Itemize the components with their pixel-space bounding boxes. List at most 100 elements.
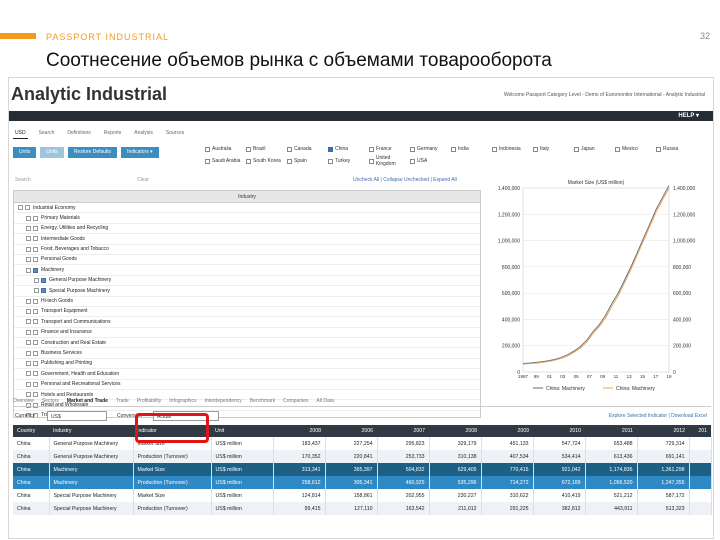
expand-icon[interactable] xyxy=(26,246,31,252)
table-row[interactable]: China General Purpose Machinery Production… xyxy=(13,450,712,463)
tab-reports[interactable]: Reports xyxy=(102,130,124,139)
restore-defaults-button[interactable]: Restore Defaults xyxy=(67,147,118,158)
table-header[interactable]: 2011 xyxy=(585,425,637,437)
tree-checkbox-icon[interactable] xyxy=(33,309,38,315)
expand-icon[interactable] xyxy=(18,205,23,211)
expand-icon[interactable] xyxy=(26,215,31,221)
table-header[interactable]: Unit xyxy=(211,425,273,437)
country-checkbox-india[interactable]: India xyxy=(451,146,492,152)
help-button[interactable]: HELP ▾ xyxy=(678,112,699,119)
tab-market-and-trade[interactable]: Market and Trade xyxy=(67,398,108,406)
tree-checkbox-icon[interactable] xyxy=(41,277,46,283)
tree-item[interactable]: Food, Beverages and Tobacco xyxy=(14,245,480,255)
country-checkbox-saudi-arabia[interactable]: Saudi Arabia xyxy=(205,155,246,167)
units-button-2[interactable]: Units xyxy=(40,147,64,158)
tab-definitions[interactable]: Definitions xyxy=(65,130,92,139)
country-checkbox-usa[interactable]: USA xyxy=(410,155,451,167)
table-header[interactable]: Country xyxy=(13,425,49,437)
tree-item[interactable]: Transport and Communications xyxy=(14,317,480,328)
tree-search-input[interactable]: Search xyxy=(15,177,31,183)
tree-item[interactable]: Machinery xyxy=(14,265,480,276)
tree-checkbox-icon[interactable] xyxy=(33,215,38,221)
table-row[interactable]: China Special Purpose Machinery Production… xyxy=(13,502,712,515)
tree-item[interactable]: Finance and Insurance xyxy=(14,328,480,339)
expand-icon[interactable] xyxy=(26,309,31,315)
tree-checkbox-icon[interactable] xyxy=(33,371,38,377)
tree-clear-button[interactable]: Clear xyxy=(137,177,149,183)
tree-checkbox-icon[interactable] xyxy=(33,236,38,242)
expand-icon[interactable] xyxy=(26,381,31,387)
tree-item[interactable]: Energy, Utilities and Recycling xyxy=(14,224,480,235)
tree-item[interactable]: Publishing and Printing xyxy=(14,359,480,370)
country-checkbox-russia[interactable]: Russia xyxy=(656,146,697,152)
tree-item[interactable]: Transport Equipment xyxy=(14,307,480,318)
tree-item[interactable]: Intermediate Goods xyxy=(14,234,480,245)
country-checkbox-china[interactable]: China xyxy=(328,146,369,152)
country-checkbox-spain[interactable]: Spain xyxy=(287,155,328,167)
expand-icon[interactable] xyxy=(34,277,39,283)
expand-icon[interactable] xyxy=(26,298,31,304)
country-checkbox-germany[interactable]: Germany xyxy=(410,146,451,152)
table-row[interactable]: China General Purpose Machinery Market Siz… xyxy=(13,437,712,450)
tree-checkbox-icon[interactable] xyxy=(33,246,38,252)
expand-icon[interactable] xyxy=(26,225,31,231)
tree-item[interactable]: Industrial Economy xyxy=(14,203,480,214)
tab-companies[interactable]: Companies xyxy=(283,398,308,406)
tree-item[interactable]: Hi-tech Goods xyxy=(14,297,480,307)
country-checkbox-japan[interactable]: Japan xyxy=(574,146,615,152)
tree-checkbox-icon[interactable] xyxy=(33,350,38,356)
tab-sources[interactable]: Sources xyxy=(164,130,186,139)
tree-checkbox-icon[interactable] xyxy=(33,319,38,325)
tree-item[interactable]: Personal and Recreational Services xyxy=(14,380,480,391)
table-header[interactable]: 2007 xyxy=(377,425,429,437)
table-row[interactable]: China Machinery Production (Turnover) US$ m… xyxy=(13,476,712,489)
units-button[interactable]: Units xyxy=(13,147,37,158)
tree-item[interactable]: Primary Materials xyxy=(14,213,480,224)
tab-analysis[interactable]: Analysis xyxy=(132,130,155,139)
country-checkbox-indonesia[interactable]: Indonesia xyxy=(492,146,533,152)
tab-sectors[interactable]: Sectors xyxy=(42,398,59,406)
tab-all-data[interactable]: All Data xyxy=(316,398,334,406)
tree-checkbox-icon[interactable] xyxy=(33,267,38,273)
tree-checkbox-icon[interactable] xyxy=(25,205,30,211)
country-checkbox-canada[interactable]: Canada xyxy=(287,146,328,152)
tab-benchmark[interactable]: Benchmark xyxy=(250,398,275,406)
expand-icon[interactable] xyxy=(26,361,31,367)
tree-links[interactable]: Uncheck All | Collapse Unchecked | Expan… xyxy=(353,177,457,183)
expand-icon[interactable] xyxy=(26,236,31,242)
explore-download-links[interactable]: Explore Selected Indicator | Download Ex… xyxy=(609,413,707,419)
tree-checkbox-icon[interactable] xyxy=(33,392,38,398)
expand-icon[interactable] xyxy=(26,392,31,398)
country-checkbox-france[interactable]: France xyxy=(369,146,410,152)
tab-trade[interactable]: Trade xyxy=(116,398,129,406)
table-header[interactable]: 2009 xyxy=(481,425,533,437)
expand-icon[interactable] xyxy=(26,267,31,273)
expand-icon[interactable] xyxy=(26,340,31,346)
table-header[interactable]: 2012 xyxy=(637,425,689,437)
country-checkbox-turkey[interactable]: Turkey xyxy=(328,155,369,167)
table-header[interactable]: 2010 xyxy=(533,425,585,437)
tree-checkbox-icon[interactable] xyxy=(33,381,38,387)
country-checkbox-united-kingdom[interactable]: United Kingdom xyxy=(369,155,410,167)
tab-infographics[interactable]: Infographics xyxy=(169,398,196,406)
expand-icon[interactable] xyxy=(26,319,31,325)
tree-checkbox-icon[interactable] xyxy=(33,257,38,263)
table-header[interactable]: 2006 xyxy=(325,425,377,437)
table-header[interactable]: 201 xyxy=(689,425,711,437)
tab-profitability[interactable]: Profitability xyxy=(137,398,161,406)
country-checkbox-mexico[interactable]: Mexico xyxy=(615,146,656,152)
tree-item[interactable]: Construction and Real Estate xyxy=(14,338,480,349)
tab-usd[interactable]: USD xyxy=(13,130,28,139)
tree-item[interactable]: Special Purpose Machinery xyxy=(14,286,480,297)
expand-icon[interactable] xyxy=(26,257,31,263)
indicators-dropdown[interactable]: Indicators ▾ xyxy=(121,147,159,158)
country-checkbox-italy[interactable]: Italy xyxy=(533,146,574,152)
tree-checkbox-icon[interactable] xyxy=(33,225,38,231)
table-header[interactable]: 2008 xyxy=(429,425,481,437)
tab-overview[interactable]: Overview xyxy=(13,398,34,406)
expand-icon[interactable] xyxy=(26,350,31,356)
tree-checkbox-icon[interactable] xyxy=(33,329,38,335)
expand-icon[interactable] xyxy=(26,329,31,335)
tree-item[interactable]: Government, Health and Education xyxy=(14,369,480,380)
table-row[interactable]: China Special Purpose Machinery Market Siz… xyxy=(13,489,712,502)
